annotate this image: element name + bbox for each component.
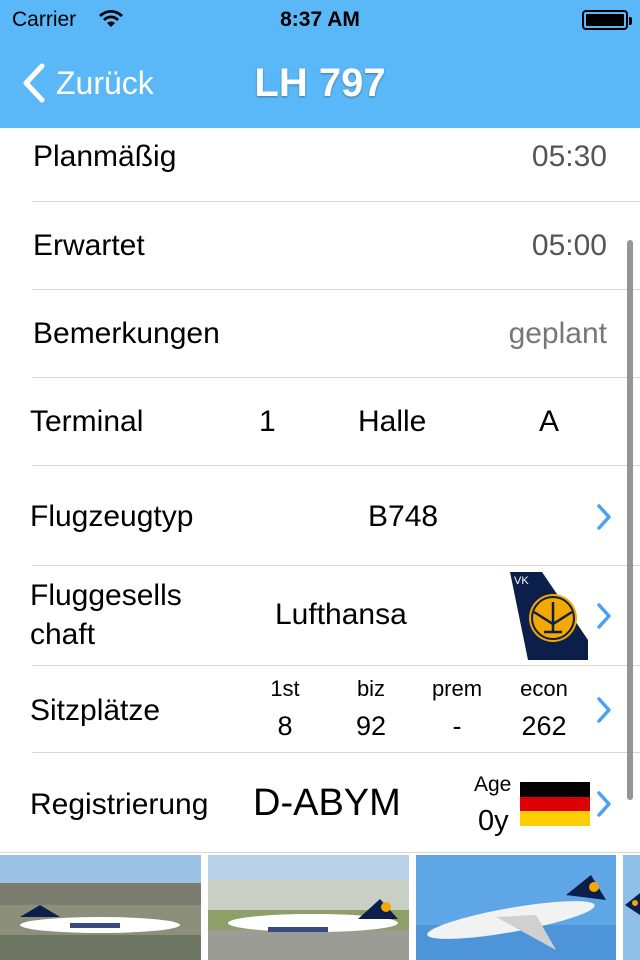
germany-flag-icon [520, 782, 590, 826]
seat-class-name: biz [356, 676, 386, 701]
remarks-row: Bemerkungen geplant [0, 290, 640, 378]
hall-label: Halle [358, 405, 427, 438]
row-divider [0, 852, 640, 853]
terminal-value: 1 [259, 405, 276, 438]
terminal-label: Terminal [30, 405, 144, 438]
photo-strip[interactable] [0, 855, 640, 960]
registration-label: Registrierung [30, 788, 209, 821]
aircraft-photo-thumbnail[interactable] [416, 855, 616, 960]
scheduled-label: Planmäßig [33, 140, 177, 173]
page-title: LH 797 [254, 61, 386, 105]
airline-label-line2: chaft [30, 618, 96, 651]
airline-row[interactable]: Fluggesells chaft Lufthansa VK [0, 566, 640, 665]
age-value: 0y [478, 805, 509, 837]
aircraft-photo-thumbnail[interactable] [623, 855, 640, 960]
aircraft-type-row[interactable]: Flugzeugtyp B748 [0, 466, 640, 566]
scheduled-row: Planmäßig 05:30 [0, 128, 640, 201]
remarks-label: Bemerkungen [33, 317, 220, 350]
seats-label: Sitzplätze [30, 694, 161, 727]
registration-value: D-ABYM [253, 782, 401, 824]
terminal-row: Terminal 1 Halle A [0, 378, 640, 466]
clock: 8:37 AM [280, 8, 360, 31]
seat-class-count: 8 [277, 711, 293, 741]
scrollbar[interactable] [627, 240, 633, 800]
airline-name: Lufthansa [275, 598, 407, 631]
registration-row[interactable]: Registrierung D-ABYM Age 0y [0, 753, 640, 853]
aircraft-photo-thumbnail[interactable] [0, 855, 201, 960]
seat-class-name: econ [520, 676, 568, 701]
remarks-value: geplant [508, 317, 607, 350]
seat-class-count: - [452, 711, 462, 741]
expected-time: 05:00 [531, 229, 607, 262]
aircraft-type-label: Flugzeugtyp [30, 500, 194, 533]
seat-class-count: 92 [355, 711, 387, 741]
status-bar: Carrier 8:37 AM [0, 0, 640, 40]
expected-row: Erwartet 05:00 [0, 202, 640, 290]
chevron-right-icon [597, 504, 611, 530]
hall-value: A [539, 405, 560, 438]
chevron-right-icon [597, 697, 611, 723]
aircraft-photo-thumbnail[interactable] [208, 855, 409, 960]
seat-class-name: 1st [270, 676, 300, 701]
tail-text: VK [514, 575, 529, 587]
chevron-right-icon [597, 791, 611, 817]
airline-label-line1: Fluggesells [30, 579, 182, 612]
seats-row[interactable]: Sitzplätze 1st 8 biz 92 prem - econ 262 [0, 666, 640, 753]
expected-label: Erwartet [33, 229, 145, 262]
battery-icon [582, 10, 632, 30]
navigation-bar: Carrier 8:37 AM Zurück LH 797 [0, 0, 640, 128]
seat-class-name: prem [431, 676, 483, 701]
aircraft-type-value: B748 [368, 500, 439, 533]
scheduled-time: 05:30 [531, 140, 607, 173]
seat-class-count: 262 [521, 711, 567, 741]
lufthansa-tail-logo: VK [510, 572, 588, 660]
age-label: Age [474, 773, 512, 796]
chevron-right-icon [597, 603, 611, 629]
